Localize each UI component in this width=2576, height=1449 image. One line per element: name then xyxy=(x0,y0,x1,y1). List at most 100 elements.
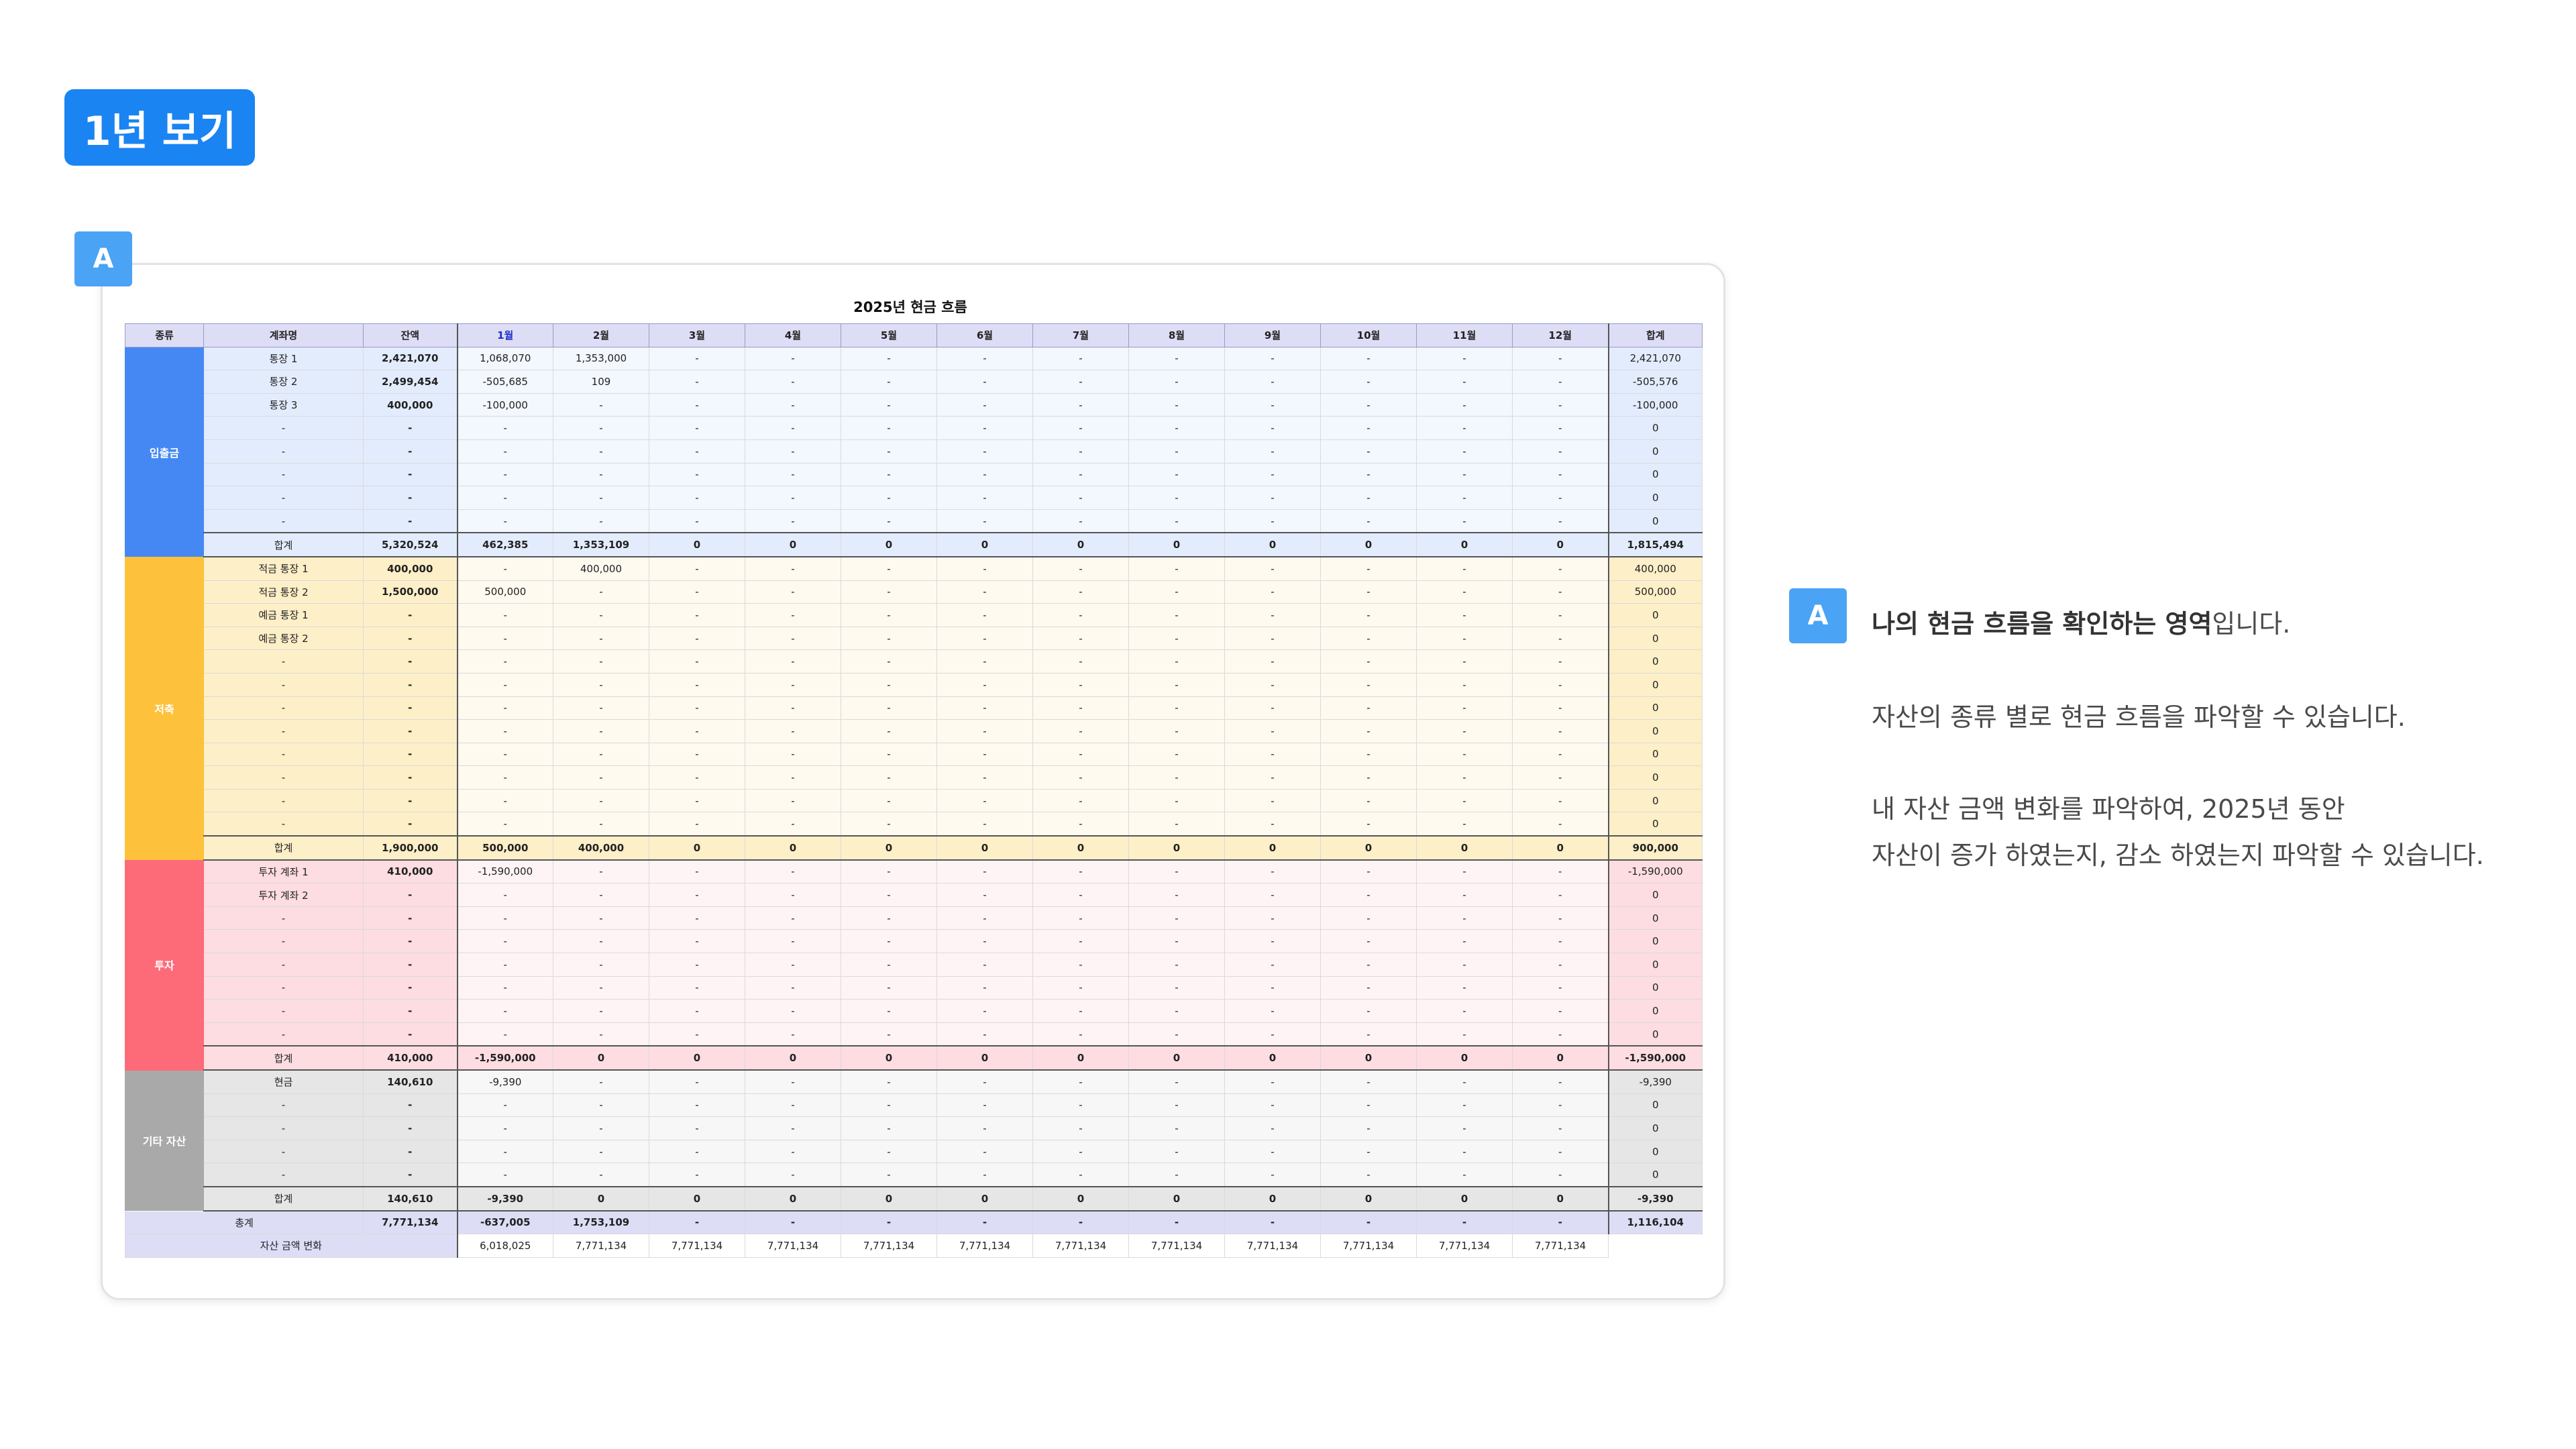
column-header: 2월 xyxy=(553,323,649,347)
value-cell: - xyxy=(1032,975,1129,1000)
subtotal-cell: 0 xyxy=(841,1045,937,1071)
table-row: 투자 투자 계좌 1 410,000 -1,590,000- - - - - - - - - - - -1,… xyxy=(125,859,1703,1071)
value-cell: - xyxy=(1224,719,1321,743)
value-cell: - xyxy=(553,416,649,440)
value-cell: 0 xyxy=(1607,462,1703,487)
value-cell: - xyxy=(1512,929,1609,954)
subtotal-cell: 0 xyxy=(1224,835,1321,861)
value-cell: - xyxy=(1128,392,1225,417)
value-cell: - xyxy=(841,1069,937,1094)
value-cell: - xyxy=(1512,392,1609,417)
subtotal-cell: 0 xyxy=(1320,1185,1417,1212)
value-cell: - xyxy=(936,508,1033,533)
value-cell: 0 xyxy=(1607,975,1703,1000)
value-cell: - xyxy=(936,1022,1033,1046)
value-cell: - xyxy=(1320,346,1417,371)
value-cell: - xyxy=(1032,883,1129,907)
value-cell: - xyxy=(841,975,937,1000)
section-marker-a: A xyxy=(74,231,132,286)
value-cell: - xyxy=(1032,953,1129,977)
column-header: 종류 xyxy=(125,323,204,347)
value-cell: - xyxy=(841,346,937,371)
value-cell: - xyxy=(1224,859,1321,884)
account-name-cell: - xyxy=(203,416,364,440)
value-cell: - xyxy=(1224,788,1321,813)
value-cell: - xyxy=(1512,765,1609,790)
value-cell: - xyxy=(553,1163,649,1187)
value-cell: - xyxy=(936,392,1033,417)
total-cell: - xyxy=(745,1210,841,1235)
value-cell: - xyxy=(553,626,649,651)
value-cell: - xyxy=(1224,906,1321,930)
total-cell: 1,753,109 xyxy=(553,1210,649,1235)
subtotal-cell: 410,000 xyxy=(363,1045,458,1071)
account-name-cell: - xyxy=(203,929,364,954)
table-row: --------------0 xyxy=(125,788,1703,813)
value-cell: - xyxy=(745,1022,841,1046)
value-cell: - xyxy=(745,486,841,510)
value-cell: - xyxy=(1320,742,1417,767)
value-cell: - xyxy=(936,906,1033,930)
table-row: --------------0 xyxy=(125,486,1703,510)
change-cell: 7,771,134 xyxy=(1416,1234,1513,1258)
subtotal-cell: 462,385 xyxy=(456,532,553,557)
value-cell: - xyxy=(841,416,937,440)
value-cell: - xyxy=(1320,999,1417,1023)
value-cell: - xyxy=(363,1163,458,1187)
value-cell: - xyxy=(1320,486,1417,510)
subtotal-cell: 합계 xyxy=(203,835,364,861)
value-cell: - xyxy=(1512,370,1609,394)
value-cell: - xyxy=(553,392,649,417)
value-cell: - xyxy=(1320,1139,1417,1164)
value-cell: - xyxy=(456,1093,553,1118)
value-cell: 0 xyxy=(1607,719,1703,743)
account-name-cell: 투자 계좌 1 xyxy=(203,859,364,884)
value-cell: - xyxy=(1224,672,1321,697)
value-cell: - xyxy=(1512,1139,1609,1164)
value-cell: - xyxy=(841,742,937,767)
value-cell: - xyxy=(1128,649,1225,674)
value-cell: - xyxy=(553,859,649,884)
value-cell: - xyxy=(363,765,458,790)
value-cell: - xyxy=(1224,626,1321,651)
value-cell: - xyxy=(649,649,745,674)
table-row: --------------0 xyxy=(125,462,1703,487)
value-cell: - xyxy=(553,672,649,697)
subtotal-cell: 0 xyxy=(649,835,745,861)
column-header: 11월 xyxy=(1416,323,1513,347)
table-row: --------------0 xyxy=(125,975,1703,1000)
value-cell: - xyxy=(936,672,1033,697)
table-row: --------------0 xyxy=(125,929,1703,954)
value-cell: - xyxy=(1128,416,1225,440)
subtotal-cell: 0 xyxy=(1032,1045,1129,1071)
value-cell: - xyxy=(649,999,745,1023)
value-cell: - xyxy=(1224,1093,1321,1118)
value-cell: - xyxy=(1224,1022,1321,1046)
subtotal-cell: 0 xyxy=(553,1185,649,1212)
subtotal-cell: 0 xyxy=(1224,1045,1321,1071)
subtotal-row: 합계 410,000 -1,590,000 0 0 0 0 0 0 0 0 0 0 0 -1,590,000 xyxy=(125,1045,1703,1071)
value-cell: - xyxy=(1032,416,1129,440)
table-row: --------------0 xyxy=(125,508,1703,533)
column-header: 12월 xyxy=(1512,323,1609,347)
value-cell: - xyxy=(553,765,649,790)
value-cell: - xyxy=(1032,486,1129,510)
subtotal-cell: 0 xyxy=(1032,532,1129,557)
subtotal-cell: 0 xyxy=(1032,1185,1129,1212)
value-cell: - xyxy=(553,462,649,487)
value-cell: 500,000 xyxy=(456,580,553,604)
value-cell: - xyxy=(745,975,841,1000)
value-cell: - xyxy=(936,1116,1033,1140)
subtotal-cell: 900,000 xyxy=(1607,835,1703,861)
change-cell: 7,771,134 xyxy=(1128,1234,1225,1258)
subtotal-cell: 0 xyxy=(841,1185,937,1212)
value-cell: - xyxy=(745,346,841,371)
value-cell: - xyxy=(745,416,841,440)
value-cell: - xyxy=(649,346,745,371)
value-cell: - xyxy=(363,742,458,767)
value-cell: - xyxy=(745,929,841,954)
value-cell: - xyxy=(745,1093,841,1118)
subtotal-cell: 합계 xyxy=(203,1185,364,1212)
subtotal-cell: 합계 xyxy=(203,532,364,557)
account-name-cell: 통장 1 xyxy=(203,346,364,371)
